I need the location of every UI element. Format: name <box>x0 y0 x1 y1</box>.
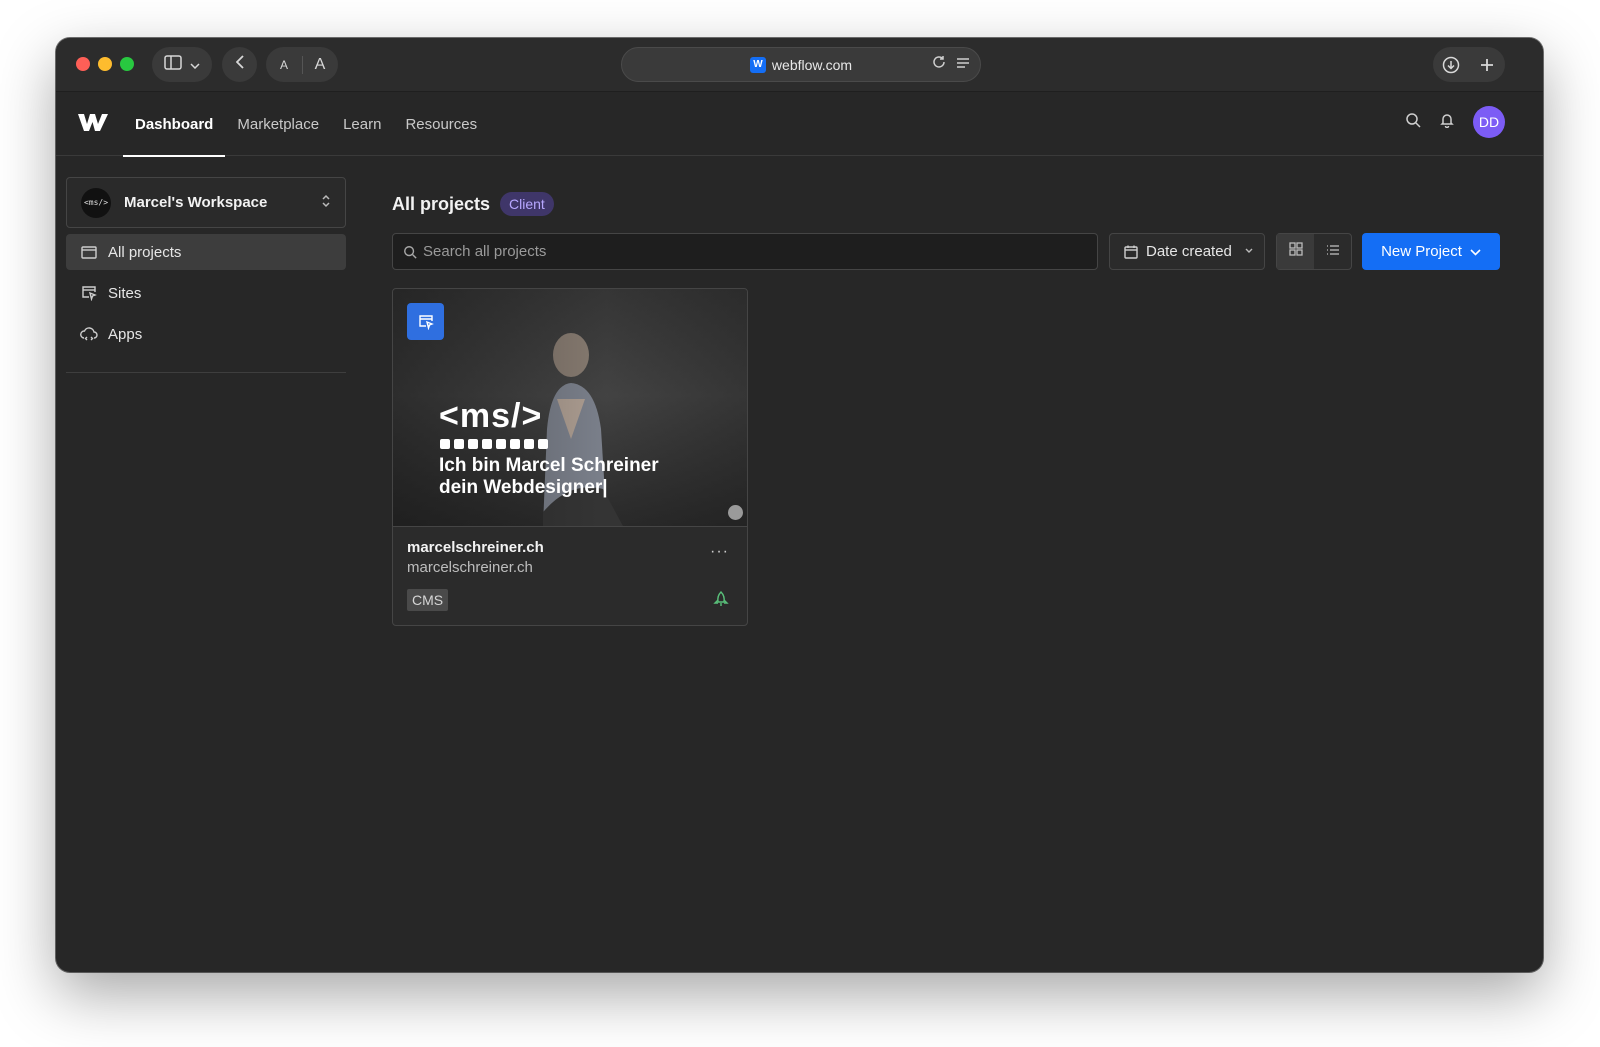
zoom-window-button[interactable] <box>120 57 134 71</box>
chat-bubble-icon <box>728 505 743 520</box>
google-icon <box>538 439 548 449</box>
leaf-icon <box>524 439 534 449</box>
search-field[interactable] <box>392 233 1098 270</box>
page-title: All projects <box>392 193 491 214</box>
increase-text-size-button[interactable]: A <box>303 56 338 74</box>
sidebar-item-sites[interactable]: Sites <box>66 275 346 311</box>
workspace-logo: <ms/> <box>81 187 111 218</box>
github-icon <box>468 439 478 449</box>
close-window-button[interactable] <box>76 57 90 71</box>
project-card[interactable]: <ms/> Ich bin Marcel Schreiner dein Webd… <box>392 288 748 626</box>
url-text: webflow.com <box>771 56 853 73</box>
sidebar-icon <box>164 54 182 75</box>
downloads-icon[interactable] <box>1433 56 1469 74</box>
instagram-icon <box>454 439 464 449</box>
apps-cloud-icon <box>80 325 98 343</box>
site-cursor-icon <box>80 284 98 302</box>
sort-dropdown[interactable]: Date created <box>1109 233 1265 270</box>
user-avatar[interactable]: DD <box>1473 106 1505 138</box>
browser-toolbar: A A W webflow.com <box>56 38 1543 92</box>
nav-dashboard[interactable]: Dashboard <box>123 92 226 157</box>
sidebar-item-apps[interactable]: Apps <box>66 316 346 352</box>
chevron-down-icon <box>1244 245 1254 257</box>
sort-label: Date created <box>1146 243 1232 260</box>
sidebar-item-all-projects[interactable]: All projects <box>66 234 346 270</box>
sidebar-item-label: Sites <box>108 284 142 302</box>
sidebar-item-label: Apps <box>108 325 143 343</box>
nav-resources[interactable]: Resources <box>393 92 489 156</box>
browser-window: A A W webflow.com Dashboard Marketplace … <box>56 38 1543 972</box>
folder-icon <box>80 243 98 261</box>
more-options-icon[interactable]: ··· <box>710 543 729 561</box>
reader-mode-icon[interactable] <box>956 56 970 74</box>
page-header: All projects Client <box>392 192 554 216</box>
cms-tag: CMS <box>407 589 449 611</box>
decrease-text-size-button[interactable]: A <box>267 58 302 72</box>
bell-icon[interactable] <box>1439 112 1455 133</box>
project-thumbnail[interactable]: <ms/> Ich bin Marcel Schreiner dein Webd… <box>393 289 747 526</box>
social-icons <box>440 439 548 449</box>
view-toggle <box>1276 233 1352 270</box>
text-size-control: A A <box>266 47 338 82</box>
thumbnail-headline-2: dein Webdesigner| <box>439 477 608 498</box>
grid-app-icon <box>510 439 520 449</box>
nav-learn[interactable]: Learn <box>331 92 393 156</box>
address-bar[interactable]: W webflow.com <box>621 47 981 82</box>
main-nav: Dashboard Marketplace Learn Resources <box>123 92 489 157</box>
workspace-name: Marcel's Workspace <box>124 194 268 211</box>
nav-marketplace[interactable]: Marketplace <box>225 92 331 156</box>
site-icon <box>407 303 444 340</box>
whatsapp-icon <box>482 439 492 449</box>
grid-icon <box>1288 242 1303 261</box>
toolbar-right-group <box>1433 47 1505 82</box>
sidebar-toggle-button[interactable] <box>152 47 212 82</box>
new-project-label: New Project <box>1381 243 1462 260</box>
reload-icon[interactable] <box>932 55 946 74</box>
new-tab-icon[interactable] <box>1469 58 1505 72</box>
list-view-button[interactable] <box>1314 234 1351 269</box>
sidebar-divider <box>66 372 346 373</box>
thumbnail-headline-1: Ich bin Marcel Schreiner <box>439 455 659 476</box>
app-header: Dashboard Marketplace Learn Resources DD <box>56 92 1543 157</box>
list-icon <box>1326 243 1340 261</box>
chevron-left-icon <box>235 55 244 74</box>
chevron-down-icon <box>1470 243 1481 260</box>
chevron-down-icon <box>190 56 200 74</box>
webflow-favicon: W <box>749 56 766 73</box>
search-icon <box>403 245 417 259</box>
project-domain[interactable]: marcelschreiner.ch <box>407 559 533 576</box>
search-icon[interactable] <box>1405 112 1421 133</box>
new-project-button[interactable]: New Project <box>1362 233 1500 270</box>
mail-icon <box>440 439 450 449</box>
webflow-logo-icon[interactable] <box>78 112 108 134</box>
search-input[interactable] <box>423 243 1073 260</box>
chevron-up-down-icon <box>321 193 331 214</box>
workspace-switcher[interactable]: <ms/> Marcel's Workspace <box>66 177 346 228</box>
sidebar-item-label: All projects <box>108 243 182 261</box>
project-card-info: marcelschreiner.ch marcelschreiner.ch ··… <box>393 526 747 625</box>
client-badge: Client <box>500 192 554 216</box>
thumbnail-logo: <ms/> <box>439 397 543 435</box>
grid-view-button[interactable] <box>1277 234 1314 269</box>
linkedin-icon <box>496 439 506 449</box>
back-button[interactable] <box>222 47 257 82</box>
calendar-icon <box>1124 245 1138 259</box>
published-rocket-icon <box>713 591 729 607</box>
project-name[interactable]: marcelschreiner.ch <box>407 539 544 556</box>
minimize-window-button[interactable] <box>98 57 112 71</box>
